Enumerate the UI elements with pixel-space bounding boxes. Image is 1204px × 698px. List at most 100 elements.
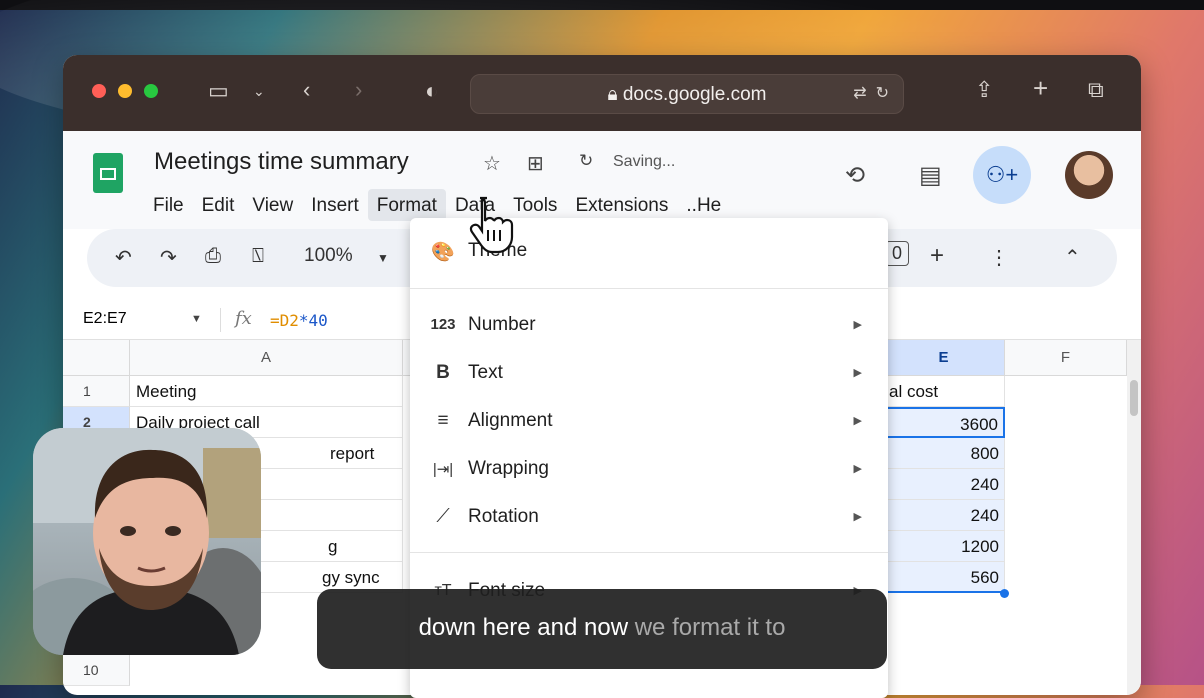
undo-icon[interactable]: ↶ [115, 245, 132, 270]
row-header[interactable]: 1 [63, 376, 130, 407]
paint-format-icon[interactable]: ⍂ [252, 245, 264, 268]
alignment-icon: ≡ [437, 410, 449, 431]
cell-e4[interactable]: 240 [883, 469, 1005, 500]
vertical-scrollbar[interactable] [1127, 340, 1141, 695]
back-icon[interactable]: ‹ [303, 79, 310, 101]
font-size-input[interactable]: 0 [885, 241, 910, 266]
scrollbar-thumb[interactable] [1130, 380, 1138, 416]
url-text: docs.google.com [622, 84, 767, 105]
comments-icon[interactable]: ▤ [919, 161, 942, 190]
presenter-face-illustration [33, 428, 261, 655]
submenu-arrow-icon: ▶ [853, 367, 862, 379]
new-tab-icon[interactable]: + [1033, 75, 1048, 101]
number-format-icon: 123 [430, 316, 456, 333]
menu-view[interactable]: View [243, 189, 302, 221]
sidebar-icon[interactable]: ▭ [208, 80, 229, 102]
submenu-arrow-icon: ▶ [853, 463, 862, 475]
sheets-header: Meetings time summary ☆ ⊞ ↻ Saving... Fi… [63, 131, 1141, 229]
menu-item-text[interactable]: B Text ▶ [410, 350, 888, 398]
cell-e2[interactable]: 3600 [883, 407, 1005, 438]
chevron-down-icon[interactable]: ⌄ [253, 80, 265, 102]
menu-item-label: Rotation [468, 506, 539, 527]
saving-status: Saving... [613, 153, 676, 170]
formula-operator: *40 [298, 311, 328, 330]
row-header[interactable]: 10 [63, 655, 130, 686]
menu-edit[interactable]: Edit [193, 189, 244, 221]
menu-item-wrapping[interactable]: |⇥| Wrapping ▶ [410, 446, 888, 494]
presenter-webcam [33, 428, 261, 655]
formula-input[interactable]: =D2*40 [270, 311, 328, 330]
print-icon[interactable]: ⎙ [205, 245, 221, 268]
menu-item-number[interactable]: 123 Number ▶ [410, 302, 888, 350]
select-all-corner[interactable] [63, 340, 130, 376]
redo-icon[interactable]: ↷ [160, 245, 177, 270]
move-folder-icon[interactable]: ⊞ [527, 151, 544, 176]
fx-icon: fx [235, 308, 252, 329]
menu-item-label: Wrapping [468, 458, 549, 479]
hand-pointer-cursor-icon [469, 196, 514, 254]
sheets-logo-icon[interactable] [93, 153, 123, 193]
menu-item-label: Text [468, 362, 503, 383]
menu-format[interactable]: Format [367, 189, 446, 221]
caption-upcoming-text: we format it to [634, 614, 786, 641]
star-icon[interactable]: ☆ [483, 151, 501, 176]
maximize-window-button[interactable] [144, 84, 158, 98]
share-button[interactable]: ⚇+ [973, 146, 1031, 204]
name-box[interactable]: E2:E7 [83, 310, 127, 328]
add-person-icon: ⚇+ [985, 162, 1019, 187]
forward-icon[interactable]: › [355, 79, 362, 101]
menu-extensions[interactable]: Extensions [566, 189, 677, 221]
wrapping-icon: |⇥| [432, 461, 454, 478]
menu-divider [410, 288, 888, 289]
cell-a1[interactable]: Meeting [130, 376, 403, 407]
submenu-arrow-icon: ▶ [853, 415, 862, 427]
cell-e3[interactable]: 800 [883, 438, 1005, 469]
cell-e7[interactable]: 560 [883, 562, 1005, 593]
submenu-arrow-icon: ▶ [853, 319, 862, 331]
menu-item-alignment[interactable]: ≡ Alignment ▶ [410, 398, 888, 446]
submenu-arrow-icon: ▶ [853, 511, 862, 523]
collapse-toolbar-icon[interactable]: ⌃ [1064, 245, 1081, 270]
rotation-icon: ⟋ [436, 506, 450, 527]
zoom-select[interactable]: 100% [304, 245, 353, 267]
cell-e6[interactable]: 1200 [883, 531, 1005, 562]
column-header-f[interactable]: F [1005, 340, 1127, 376]
name-box-dropdown-icon[interactable]: ▼ [191, 313, 202, 325]
menu-item-label: Alignment [468, 410, 553, 431]
menu-divider [410, 552, 888, 553]
menu-item-rotation[interactable]: ⟋ Rotation ▶ [410, 494, 888, 542]
menu-file[interactable]: File [144, 189, 193, 221]
translate-icon[interactable]: ⇄ [853, 85, 866, 102]
tab-overview-icon[interactable]: ⧉ [1088, 79, 1104, 101]
increase-font-size-icon[interactable]: + [930, 242, 944, 270]
version-history-icon[interactable]: ⟲ [845, 161, 865, 190]
minimize-window-button[interactable] [118, 84, 132, 98]
menu-insert[interactable]: Insert [302, 189, 368, 221]
caption-spoken-text: down here and now [418, 614, 629, 641]
formula-divider [220, 308, 221, 332]
lock-icon: 🔒︎ [607, 84, 623, 105]
palette-icon: 🎨 [431, 242, 455, 263]
browser-titlebar: ▭ ⌄ ‹ › ◐ 🔒︎ docs.google.com ⇄ ↻ ⇪ + ⧉ [63, 55, 1141, 131]
bold-text-icon: B [436, 362, 450, 383]
zoom-chevron-icon[interactable]: ▼ [377, 251, 389, 265]
column-header-e[interactable]: E [883, 340, 1005, 376]
close-window-button[interactable] [92, 84, 106, 98]
privacy-shield-icon[interactable]: ◐ [425, 80, 438, 102]
avatar[interactable] [1065, 151, 1113, 199]
video-caption: down here and now we format it to [317, 589, 887, 669]
share-sheet-icon[interactable]: ⇪ [975, 79, 993, 101]
menu-item-label: Number [468, 314, 536, 335]
menu-bar: File Edit View Insert Format Data Tools … [144, 189, 730, 221]
reload-icon[interactable]: ↻ [876, 85, 889, 102]
sync-status-icon: ↻ [579, 151, 594, 170]
formula-ref: =D2 [270, 311, 299, 330]
cell-e5[interactable]: 240 [883, 500, 1005, 531]
menu-help[interactable]: ..He [677, 189, 730, 221]
fill-handle[interactable] [1000, 589, 1009, 598]
address-bar[interactable]: 🔒︎ docs.google.com ⇄ ↻ [470, 74, 904, 114]
column-header-a[interactable]: A [130, 340, 403, 376]
cell-e1[interactable]: al cost [883, 376, 1005, 407]
more-options-icon[interactable]: ⋮ [989, 245, 1009, 270]
document-title[interactable]: Meetings time summary [154, 148, 409, 176]
